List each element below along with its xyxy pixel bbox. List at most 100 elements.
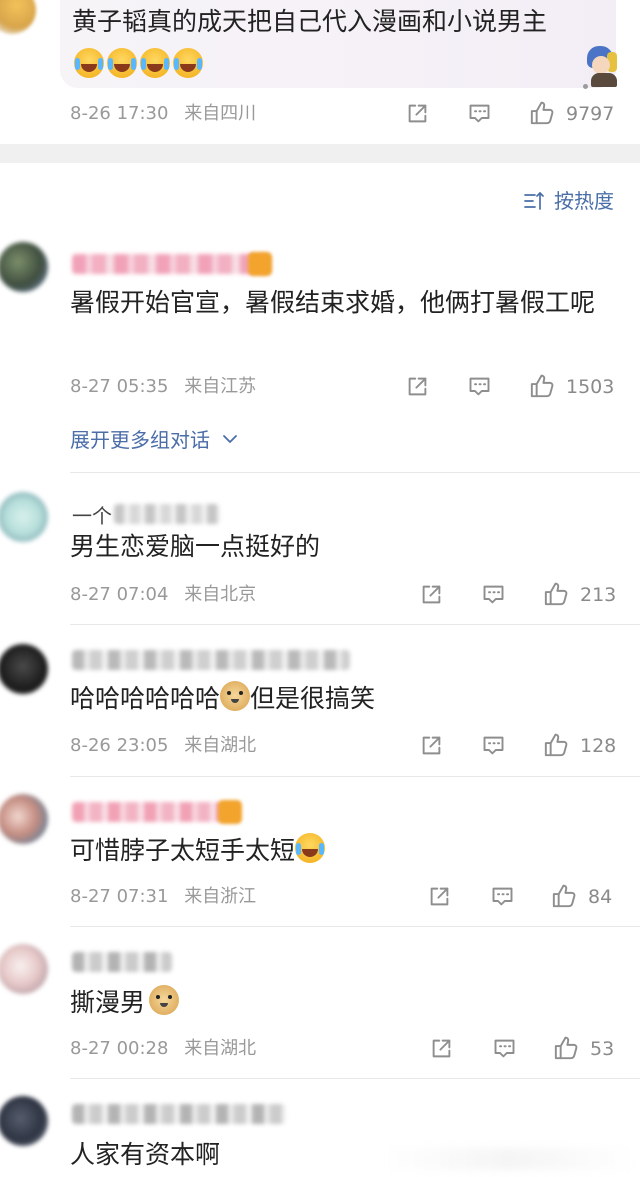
laugh-cry-emoji-icon bbox=[74, 48, 104, 78]
like-count: 84 bbox=[588, 885, 613, 908]
thumbs-up-icon bbox=[551, 1034, 580, 1063]
like-button[interactable]: 53 bbox=[551, 1034, 614, 1063]
comment-button[interactable] bbox=[466, 373, 493, 400]
avatar[interactable] bbox=[0, 794, 48, 844]
top-comment-meta: 8-26 17:30 来自四川 bbox=[70, 101, 256, 127]
comment-location: 来自江苏 bbox=[184, 376, 257, 397]
laugh-cry-emoji-icon bbox=[173, 48, 203, 78]
share-button[interactable] bbox=[426, 883, 453, 910]
comment-text: 男生恋爱脑一点挺好的 bbox=[70, 532, 321, 561]
thumbs-up-icon bbox=[541, 580, 570, 609]
thumbs-up-icon bbox=[549, 882, 578, 911]
like-button[interactable]: 84 bbox=[549, 882, 612, 911]
comment-text-part: 撕漫男 bbox=[70, 988, 146, 1017]
avatar[interactable] bbox=[0, 492, 48, 542]
doge-emoji-icon bbox=[149, 985, 180, 1015]
username-partially-blurred[interactable]: 一个 bbox=[72, 504, 222, 528]
comment-time: 8-27 07:04 bbox=[70, 584, 169, 605]
comment-button[interactable] bbox=[466, 100, 493, 127]
username-blurred[interactable] bbox=[72, 254, 270, 274]
comment-icon bbox=[466, 373, 493, 400]
laugh-cry-emoji-icon bbox=[140, 48, 170, 78]
share-icon bbox=[428, 1035, 455, 1062]
share-icon bbox=[418, 581, 445, 608]
top-comment-location: 来自四川 bbox=[184, 103, 257, 124]
top-comment-time: 8-26 17:30 bbox=[70, 103, 169, 124]
laugh-cry-emoji-icon bbox=[295, 833, 326, 863]
comment-icon bbox=[489, 883, 516, 910]
comment-location: 来自浙江 bbox=[184, 886, 257, 907]
comment-separator bbox=[70, 776, 640, 777]
comment-time: 8-27 00:28 bbox=[70, 1038, 169, 1059]
share-icon bbox=[418, 732, 445, 759]
thumbs-up-icon bbox=[527, 372, 556, 401]
comment-button[interactable] bbox=[480, 732, 507, 759]
bubble-decoration-sticker bbox=[583, 44, 625, 89]
sort-label: 按热度 bbox=[554, 189, 614, 213]
comment-icon bbox=[466, 100, 493, 127]
share-button[interactable] bbox=[404, 100, 431, 127]
share-button[interactable] bbox=[418, 581, 445, 608]
comment-icon bbox=[491, 1035, 518, 1062]
laugh-cry-emoji-icon bbox=[107, 48, 137, 78]
username-blurred[interactable] bbox=[72, 650, 350, 670]
section-divider bbox=[0, 144, 640, 163]
share-button[interactable] bbox=[428, 1035, 455, 1062]
comment-button[interactable] bbox=[480, 581, 507, 608]
share-icon bbox=[404, 100, 431, 127]
comment-time: 8-26 23:05 bbox=[70, 735, 169, 756]
comment-meta: 8-27 07:04 来自北京 bbox=[70, 582, 256, 608]
comment-time: 8-27 07:31 bbox=[70, 886, 169, 907]
username-blurred-tail bbox=[114, 504, 220, 524]
username-blurred[interactable] bbox=[72, 1104, 286, 1124]
expand-replies-link[interactable]: 展开更多组对话 bbox=[70, 423, 238, 455]
comment-separator bbox=[70, 1078, 640, 1079]
avatar[interactable] bbox=[0, 242, 48, 292]
member-badge-icon bbox=[218, 800, 242, 824]
comment-separator bbox=[70, 624, 640, 625]
username-blurred[interactable] bbox=[72, 802, 222, 822]
comment-meta: 8-27 00:28 来自湖北 bbox=[70, 1036, 256, 1062]
expand-replies-label: 展开更多组对话 bbox=[70, 428, 210, 452]
comment-text: 撕漫男 bbox=[70, 980, 630, 1025]
avatar[interactable] bbox=[0, 944, 48, 994]
sort-by-hot-button[interactable]: 按热度 bbox=[522, 186, 614, 216]
bottom-fade-overlay bbox=[380, 1148, 640, 1170]
comment-separator bbox=[70, 472, 640, 473]
comment-icon bbox=[480, 581, 507, 608]
avatar[interactable] bbox=[0, 644, 48, 694]
like-button[interactable]: 9797 bbox=[527, 99, 614, 128]
share-icon bbox=[404, 373, 431, 400]
comment-meta: 8-27 07:31 来自浙江 bbox=[70, 884, 256, 910]
comment-text-part: 哈哈哈哈哈哈 bbox=[70, 684, 221, 713]
sort-icon bbox=[522, 189, 546, 213]
thumbs-up-icon bbox=[527, 99, 556, 128]
like-count: 213 bbox=[580, 583, 617, 606]
like-button[interactable]: 213 bbox=[541, 580, 616, 609]
comment-text: 可惜脖子太短手太短 bbox=[70, 828, 630, 873]
laughing-emoji-row bbox=[74, 48, 203, 78]
comment-separator bbox=[70, 926, 640, 927]
comment-location: 来自湖北 bbox=[184, 1038, 257, 1059]
like-count: 128 bbox=[580, 734, 617, 757]
avatar[interactable] bbox=[0, 1096, 48, 1146]
comment-text: 哈哈哈哈哈哈 但是很搞笑 bbox=[70, 676, 630, 721]
top-comment: 黄子韬真的成天把自己代入漫画和小说男主 8-26 17:30 来自四川 9797 bbox=[0, 0, 640, 140]
top-comment-avatar[interactable] bbox=[0, 0, 36, 34]
member-badge-icon bbox=[248, 252, 272, 276]
comment-location: 来自湖北 bbox=[184, 735, 257, 756]
like-button[interactable]: 128 bbox=[541, 731, 616, 760]
share-icon bbox=[426, 883, 453, 910]
comment-text-part: 但是很搞笑 bbox=[250, 684, 376, 713]
comment-meta: 8-27 05:35 来自江苏 bbox=[70, 374, 256, 400]
share-button[interactable] bbox=[404, 373, 431, 400]
like-button[interactable]: 1503 bbox=[527, 372, 614, 401]
like-count: 53 bbox=[590, 1037, 615, 1060]
doge-emoji-icon bbox=[220, 681, 251, 711]
comment-button[interactable] bbox=[489, 883, 516, 910]
comment-text-part: 可惜脖子太短手太短 bbox=[70, 836, 296, 865]
share-button[interactable] bbox=[418, 732, 445, 759]
comment-button[interactable] bbox=[491, 1035, 518, 1062]
top-comment-text: 黄子韬真的成天把自己代入漫画和小说男主 bbox=[72, 7, 548, 36]
username-blurred[interactable] bbox=[72, 952, 172, 972]
